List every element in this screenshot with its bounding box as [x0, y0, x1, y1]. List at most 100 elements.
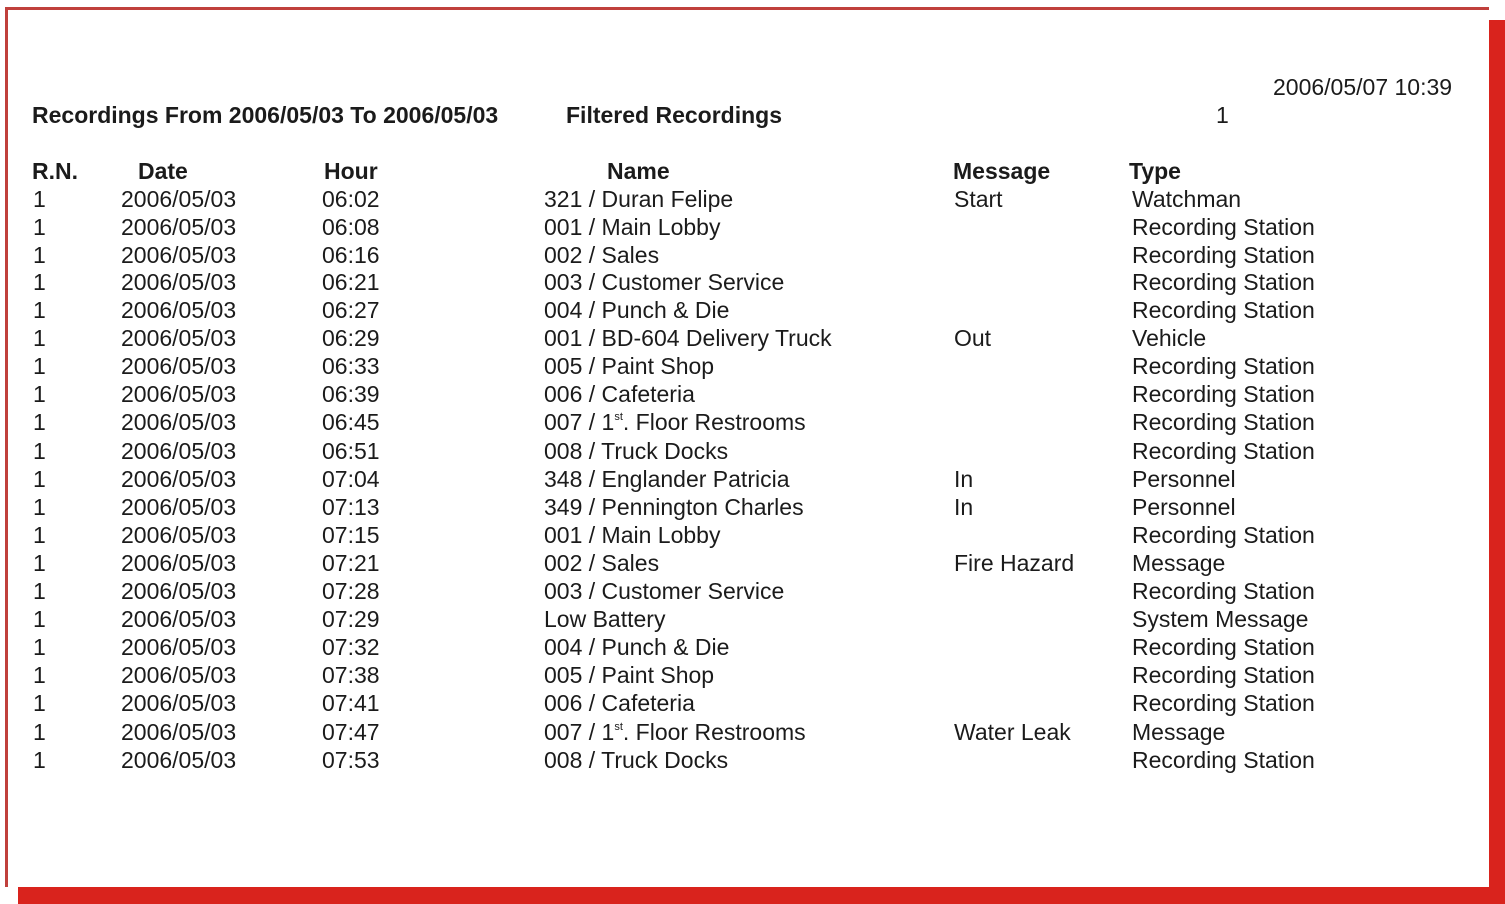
- ordinal-superscript: st: [614, 721, 623, 733]
- cell-date: 2006/05/03: [121, 690, 237, 716]
- table-row: 1 2006/05/03 06:27 004 / Punch & Die Recordi…: [0, 297, 1480, 325]
- cell-hour: 06:51: [322, 438, 380, 464]
- cell-name: 004 / Punch & Die: [544, 634, 730, 660]
- cell-rn: 1: [33, 409, 46, 435]
- table-row: 1 2006/05/03 06:21 003 / Customer Service Re…: [0, 269, 1480, 297]
- cell-message: In: [954, 466, 974, 492]
- cell-date: 2006/05/03: [121, 606, 237, 632]
- cell-rn: 1: [33, 690, 46, 716]
- cell-hour: 06:33: [322, 353, 380, 379]
- cell-hour: 06:29: [322, 325, 380, 351]
- cell-name: 348 / Englander Patricia: [544, 466, 790, 492]
- cell-type: Message: [1132, 719, 1226, 745]
- cell-date: 2006/05/03: [121, 578, 237, 604]
- cell-hour: 06:02: [322, 186, 380, 212]
- cell-hour: 06:39: [322, 381, 380, 407]
- cell-rn: 1: [33, 438, 46, 464]
- cell-rn: 1: [33, 381, 46, 407]
- cell-type: Recording Station: [1132, 634, 1315, 660]
- cell-type: Watchman: [1132, 186, 1242, 212]
- cell-date: 2006/05/03: [121, 242, 237, 268]
- cell-hour: 06:45: [322, 409, 380, 435]
- column-header-date: Date: [138, 158, 188, 184]
- cell-hour: 07:15: [322, 522, 380, 548]
- cell-name: 002 / Sales: [544, 550, 660, 576]
- cell-date: 2006/05/03: [121, 186, 237, 212]
- cell-name: 006 / Cafeteria: [544, 381, 695, 407]
- cell-date: 2006/05/03: [121, 522, 237, 548]
- cell-type: Recording Station: [1132, 662, 1315, 688]
- column-header-hour: Hour: [324, 158, 378, 184]
- cell-name: 007 / 1st. Floor Restrooms: [544, 409, 806, 436]
- table-row: 1 2006/05/03 07:13 349 / Pennington Charles…: [0, 494, 1480, 522]
- table-row: 1 2006/05/03 06:45 007 / 1st. Floor Restroo…: [0, 409, 1480, 437]
- cell-hour: 07:32: [322, 634, 380, 660]
- table-row: 1 2006/05/03 07:28 003 / Customer Service Re…: [0, 578, 1480, 606]
- table-row: 1 2006/05/03 07:47 007 / 1st. Floor Restroo…: [0, 719, 1480, 747]
- cell-type: Message: [1132, 550, 1226, 576]
- cell-rn: 1: [33, 466, 46, 492]
- cell-type: Recording Station: [1132, 297, 1315, 323]
- cell-name: 003 / Customer Service: [544, 269, 785, 295]
- cell-type: Recording Station: [1132, 578, 1315, 604]
- table-row: 1 2006/05/03 07:04 348 / Englander Patricia…: [0, 466, 1480, 494]
- cell-rn: 1: [33, 578, 46, 604]
- cell-name: 003 / Customer Service: [544, 578, 785, 604]
- cell-date: 2006/05/03: [121, 325, 237, 351]
- cell-name-suffix: . Floor Restrooms: [622, 409, 806, 435]
- cell-name: 001 / Main Lobby: [544, 522, 721, 548]
- cell-hour: 06:21: [322, 269, 380, 295]
- table-row: 1 2006/05/03 06:51 008 / Truck Docks Recordi…: [0, 438, 1480, 466]
- cell-type: Recording Station: [1132, 438, 1315, 464]
- cell-type: Personnel: [1132, 494, 1236, 520]
- cell-rn: 1: [33, 353, 46, 379]
- cell-rn: 1: [33, 269, 46, 295]
- cell-name-prefix: 007 / 1: [544, 409, 615, 435]
- cell-type: Recording Station: [1132, 381, 1315, 407]
- cell-hour: 07:38: [322, 662, 380, 688]
- cell-date: 2006/05/03: [121, 634, 237, 660]
- cell-rn: 1: [33, 634, 46, 660]
- cell-type: Recording Station: [1132, 409, 1315, 435]
- cell-date: 2006/05/03: [121, 494, 237, 520]
- cell-hour: 07:28: [322, 578, 380, 604]
- cell-hour: 07:53: [322, 747, 380, 773]
- table-row: 1 2006/05/03 07:15 001 / Main Lobby Recordin…: [0, 522, 1480, 550]
- cell-type: Recording Station: [1132, 747, 1315, 773]
- cell-name: 007 / 1st. Floor Restrooms: [544, 719, 806, 746]
- table-row: 1 2006/05/03 06:39 006 / Cafeteria Recording…: [0, 381, 1480, 409]
- cell-name: 005 / Paint Shop: [544, 353, 715, 379]
- table-row: 1 2006/05/03 07:38 005 / Paint Shop Recordin…: [0, 662, 1480, 690]
- cell-name: 001 / BD-604 Delivery Truck: [544, 325, 832, 351]
- cell-name: 349 / Pennington Charles: [544, 494, 804, 520]
- cell-rn: 1: [33, 550, 46, 576]
- cell-name: 005 / Paint Shop: [544, 662, 715, 688]
- table-row: 1 2006/05/03 07:53 008 / Truck Docks Recordi…: [0, 747, 1480, 775]
- cell-type: Recording Station: [1132, 353, 1315, 379]
- cell-name-prefix: 007 / 1: [544, 719, 615, 745]
- cell-name-suffix: . Floor Restrooms: [622, 719, 806, 745]
- cell-message: Start: [954, 186, 1003, 212]
- cell-name: 008 / Truck Docks: [544, 747, 729, 773]
- report-title: Recordings From 2006/05/03 To 2006/05/03: [32, 102, 499, 128]
- table-row: 1 2006/05/03 07:29 Low Battery System Messag…: [0, 606, 1480, 634]
- table-row: 1 2006/05/03 06:08 001 / Main Lobby Recordin…: [0, 214, 1480, 242]
- cell-message: Water Leak: [954, 719, 1071, 745]
- cell-name: 321 / Duran Felipe: [544, 186, 734, 212]
- cell-message: Fire Hazard: [954, 550, 1075, 576]
- cell-name: 006 / Cafeteria: [544, 690, 695, 716]
- cell-type: Recording Station: [1132, 214, 1315, 240]
- cell-rn: 1: [33, 242, 46, 268]
- filtered-recordings-label: Filtered Recordings: [566, 102, 782, 128]
- cell-date: 2006/05/03: [121, 269, 237, 295]
- cell-hour: 07:29: [322, 606, 380, 632]
- ordinal-superscript: st: [614, 411, 623, 423]
- cell-name: 004 / Punch & Die: [544, 297, 730, 323]
- column-header-message: Message: [953, 158, 1051, 184]
- table-row: 1 2006/05/03 06:16 002 / Sales Recording Sta…: [0, 242, 1480, 270]
- cell-rn: 1: [33, 662, 46, 688]
- cell-rn: 1: [33, 186, 46, 212]
- cell-message: Out: [954, 325, 992, 351]
- cell-hour: 06:08: [322, 214, 380, 240]
- cell-date: 2006/05/03: [121, 466, 237, 492]
